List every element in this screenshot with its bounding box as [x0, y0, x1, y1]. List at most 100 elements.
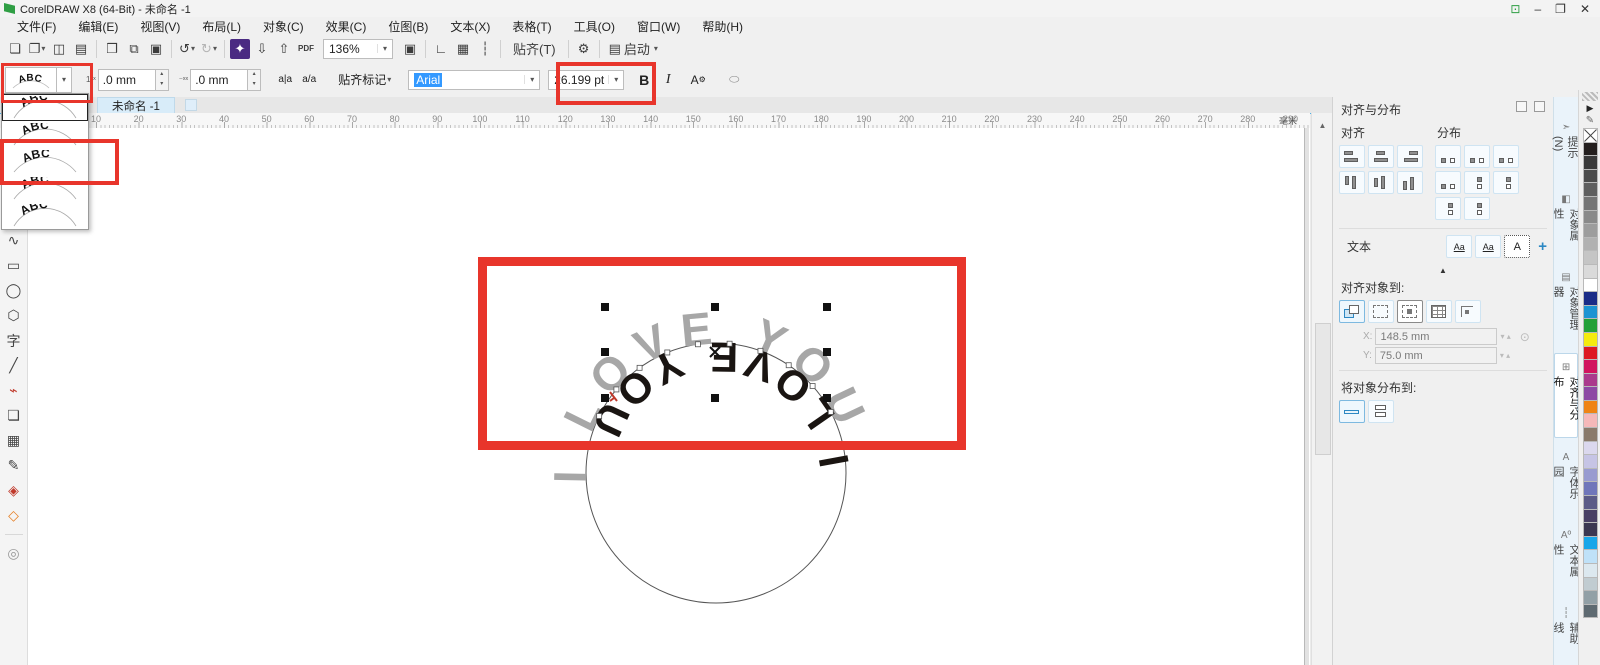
color-swatch-17[interactable] [1583, 359, 1598, 374]
font-playground-tab[interactable]: A字体乐园 [1555, 444, 1577, 516]
menu-item-9[interactable]: 工具(O) [563, 17, 626, 36]
preset-item-1[interactable]: ABC [2, 121, 88, 148]
palette-drag-handle[interactable] [1582, 92, 1598, 101]
color-swatch-1[interactable] [1583, 142, 1598, 157]
distribute-center-h-button[interactable] [1464, 145, 1490, 168]
new-document-button[interactable]: ❏ [5, 39, 25, 59]
export-button[interactable]: ⇧ [274, 39, 294, 59]
color-swatch-27[interactable] [1583, 495, 1598, 510]
zoom-combo[interactable]: 136%▾ [323, 39, 393, 59]
align-center-h-button[interactable] [1368, 145, 1394, 168]
interactive-fill-tool[interactable]: ◇ [3, 505, 25, 527]
selection-handle[interactable] [601, 303, 609, 311]
align-right-button[interactable] [1397, 145, 1423, 168]
align-to-active-objects-button[interactable] [1339, 300, 1365, 323]
color-swatch-31[interactable] [1583, 549, 1598, 564]
copy-button[interactable]: ⧉ [124, 39, 144, 59]
account-icon[interactable]: ⊡ [1510, 2, 1520, 16]
selection-handle[interactable] [823, 394, 831, 402]
text-last-baseline-button[interactable]: Aa [1475, 235, 1501, 258]
path-node[interactable] [810, 384, 815, 389]
show-ruler-button[interactable]: ∟ [431, 39, 451, 59]
path-node[interactable] [665, 350, 670, 355]
path-node[interactable] [637, 365, 642, 370]
drawing-area[interactable]: I LOVE YOU I LOVE YOU [96, 128, 1310, 665]
path-node[interactable] [841, 443, 846, 448]
text-bounding-box-button[interactable]: A [1504, 235, 1530, 258]
color-swatch-34[interactable] [1583, 590, 1598, 605]
color-swatch-28[interactable] [1583, 509, 1598, 524]
color-swatch-12[interactable] [1583, 291, 1598, 306]
interactive-openness-button[interactable]: ⬭ [722, 68, 746, 92]
rectangle-tool[interactable]: ▭ [3, 255, 25, 277]
path-node[interactable] [828, 409, 833, 414]
text-on-path-preset-preview[interactable]: ABC [5, 67, 57, 93]
outline-tool[interactable]: ◎ [3, 543, 25, 565]
object-properties-tab[interactable]: ◧对象属性 [1555, 186, 1577, 258]
offset-x-field[interactable]: .0 mm [98, 69, 156, 91]
print-button[interactable]: ▤ [71, 39, 91, 59]
distribute-spacing-v-button[interactable] [1435, 197, 1461, 220]
color-swatch-23[interactable] [1583, 441, 1598, 456]
close-button[interactable]: ✕ [1580, 2, 1590, 16]
pdf-button[interactable]: PDF [296, 39, 316, 59]
path-node[interactable] [758, 348, 763, 353]
path-node[interactable] [586, 443, 591, 448]
distribute-to-selection-button[interactable] [1339, 400, 1365, 423]
document-tab[interactable]: 未命名 -1 [97, 97, 175, 113]
hints-tab[interactable]: ➣提示(N) [1555, 114, 1577, 180]
color-swatch-15[interactable] [1583, 332, 1598, 347]
save-button[interactable]: ◫ [49, 39, 69, 59]
color-swatch-9[interactable] [1583, 250, 1598, 265]
ellipse-tool[interactable]: ◯ [3, 280, 25, 302]
align-top-button[interactable] [1339, 171, 1365, 194]
menu-item-11[interactable]: 帮助(H) [691, 17, 754, 36]
text-tool[interactable]: 字 [3, 330, 25, 352]
color-swatch-10[interactable] [1583, 264, 1598, 279]
connector-tool[interactable]: ⌁ [3, 380, 25, 402]
distribute-left-button[interactable] [1435, 145, 1461, 168]
restore-button[interactable]: ❐ [1555, 2, 1566, 16]
show-guideline-button[interactable]: ┆ [475, 39, 495, 59]
preset-item-0[interactable]: ABC [2, 94, 88, 121]
italic-button[interactable]: I [656, 68, 680, 92]
drop-shadow-tool[interactable]: ❏ [3, 405, 25, 427]
color-swatch-11[interactable] [1583, 278, 1598, 293]
color-swatch-30[interactable] [1583, 536, 1598, 551]
color-swatch-7[interactable] [1583, 223, 1598, 238]
eyedropper-tool[interactable]: ✎ [3, 455, 25, 477]
mirror-horizontal-button[interactable]: a|a [273, 68, 297, 92]
options-button[interactable]: ⚙ [574, 39, 594, 59]
palette-arrow-icon[interactable]: ▶ [1587, 103, 1594, 115]
import-button[interactable]: ⇩ [252, 39, 272, 59]
guidelines-tab[interactable]: ┆辅助线 [1555, 600, 1577, 662]
minimize-button[interactable]: – [1534, 2, 1541, 16]
polygon-tool[interactable]: ⬡ [3, 305, 25, 327]
offset-x-spinner[interactable]: ▴▾ [156, 69, 169, 91]
horizontal-ruler[interactable]: 1020304050607080901001101201301401501601… [96, 113, 1310, 129]
dimension-tool[interactable]: ╱ [3, 355, 25, 377]
text-properties-tab[interactable]: Aº文本属性 [1555, 522, 1577, 594]
path-node[interactable] [614, 387, 619, 392]
menu-item-3[interactable]: 布局(L) [191, 17, 252, 36]
preset-item-4[interactable]: ABC [2, 202, 88, 229]
color-swatch-19[interactable] [1583, 386, 1598, 401]
collapse-arrow[interactable]: ▲ [1333, 266, 1553, 275]
search-content-button[interactable]: ✦ [230, 39, 250, 59]
color-swatch-22[interactable] [1583, 427, 1598, 442]
selection-handle[interactable] [711, 303, 719, 311]
paste-button[interactable]: ▣ [146, 39, 166, 59]
menu-item-8[interactable]: 表格(T) [501, 17, 562, 36]
new-tab-button[interactable] [185, 99, 197, 111]
transparency-tool[interactable]: ▦ [3, 430, 25, 452]
text-first-baseline-button[interactable]: Aa [1446, 235, 1472, 258]
align-center-v-button[interactable] [1368, 171, 1394, 194]
preset-item-3[interactable]: ABC [2, 175, 88, 202]
snap-marks-dropdown[interactable]: 贴齐标记▾ [331, 68, 398, 92]
font-family-arrow[interactable]: ▾ [524, 75, 539, 84]
text-on-path-preset-arrow[interactable]: ▾ [57, 67, 72, 93]
mirror-vertical-button[interactable]: a/a [297, 68, 321, 92]
menu-item-4[interactable]: 对象(C) [252, 17, 315, 36]
menu-item-0[interactable]: 文件(F) [6, 17, 67, 36]
selection-handle[interactable] [823, 348, 831, 356]
